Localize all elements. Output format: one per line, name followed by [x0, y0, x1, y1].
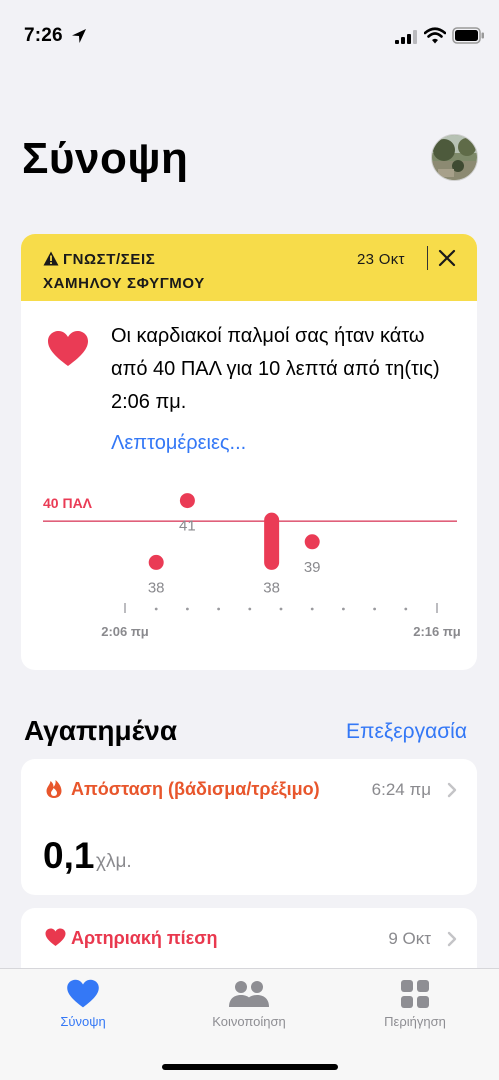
heart-rate-chart: 40 ΠΑΛ 2:06 πμ 2:16 πμ 38 41 38 39 — [43, 493, 461, 639]
favorite-title: Απόσταση (βάδισμα/τρέξιμο) — [71, 779, 320, 799]
alert-header: ΓΝΩΣΤ/ΣΕΙΣ ΧΑΜΗΛΟΥ ΣΦΥΓΜΟΥ 23 Οκτ — [21, 234, 477, 301]
heart-icon — [45, 928, 66, 946]
axis-tick-dot — [373, 607, 376, 611]
warning-icon — [43, 251, 59, 266]
cellular-signal-icon — [395, 30, 417, 44]
battery-icon — [452, 27, 484, 44]
tab-label: Σύνοψη — [60, 1014, 106, 1029]
people-icon — [229, 981, 269, 1007]
tab-summary[interactable]: Σύνοψη — [13, 979, 153, 1029]
favorite-date: 9 Οκτ — [388, 929, 431, 948]
location-arrow-icon — [72, 29, 86, 43]
alert-title-line2: ΧΑΜΗΛΟΥ ΣΦΥΓΜΟΥ — [43, 275, 205, 292]
axis-tick-dot — [217, 607, 221, 611]
hr-data-label: 39 — [304, 559, 321, 576]
details-link[interactable]: Λεπτομέρειες... — [111, 432, 246, 455]
favorite-title: Αρτηριακή πίεση — [71, 928, 218, 948]
close-icon[interactable] — [438, 249, 456, 267]
axis-tick-dot — [186, 607, 189, 611]
grid-icon — [401, 980, 429, 1008]
hr-data-label: 38 — [263, 579, 280, 596]
hr-data-point — [148, 554, 164, 570]
alert-title-line1: ΓΝΩΣΤ/ΣΕΙΣ — [63, 251, 156, 268]
hr-data-point — [179, 493, 195, 509]
axis-tick-dot — [310, 607, 314, 611]
avatar[interactable] — [431, 134, 478, 181]
axis-tick-dot — [279, 607, 283, 611]
chevron-right-icon — [447, 931, 457, 947]
distance-unit: χλμ. — [96, 851, 132, 872]
chevron-right-icon — [447, 782, 457, 798]
alert-date: 23 Οκτ — [357, 251, 405, 268]
edit-favorites-link[interactable]: Επεξεργασία — [346, 720, 467, 744]
alert-divider — [427, 246, 428, 270]
status-bar: 7:26 — [0, 0, 499, 70]
hr-data-label: 38 — [148, 579, 165, 596]
home-indicator — [162, 1064, 338, 1070]
axis-tick-dot — [342, 607, 345, 611]
alert-title: ΓΝΩΣΤ/ΣΕΙΣ ΧΑΜΗΛΟΥ ΣΦΥΓΜΟΥ — [43, 248, 293, 296]
hr-data-label: 41 — [179, 518, 196, 535]
tab-browse[interactable]: Περιήγηση — [345, 979, 485, 1029]
page-title: Σύνοψη — [22, 134, 189, 183]
alert-message: Οι καρδιακοί παλμοί σας ήταν κάτω από 40… — [111, 325, 440, 413]
hr-data-point — [304, 534, 320, 550]
favorites-title: Αγαπημένα — [24, 715, 178, 746]
tab-label: Περιήγηση — [384, 1014, 446, 1029]
x-start-label: 2:06 πμ — [101, 624, 149, 639]
tab-sharing[interactable]: Κοινοποίηση — [179, 979, 319, 1029]
distance-value: 0,1 — [43, 835, 95, 876]
wifi-icon — [424, 27, 446, 44]
low-heart-rate-alert-card[interactable]: ΓΝΩΣΤ/ΣΕΙΣ ΧΑΜΗΛΟΥ ΣΦΥΓΜΟΥ 23 Οκτ Οι καρ… — [21, 234, 477, 670]
favorite-distance-card[interactable]: Απόσταση (βάδισμα/τρέξιμο) 6:24 πμ 0,1 χ… — [21, 759, 477, 895]
axis-tick-dot — [404, 607, 408, 611]
tab-label: Κοινοποίηση — [212, 1014, 286, 1029]
heart-icon — [48, 331, 88, 366]
favorite-time: 6:24 πμ — [371, 780, 431, 799]
heart-icon — [67, 979, 99, 1008]
flame-icon — [46, 780, 62, 798]
x-end-label: 2:16 πμ — [413, 624, 461, 639]
axis-tick-dot — [154, 607, 158, 611]
status-time: 7:26 — [24, 25, 63, 46]
axis-tick-dot — [248, 607, 252, 611]
threshold-label: 40 ΠΑΛ — [43, 495, 93, 511]
